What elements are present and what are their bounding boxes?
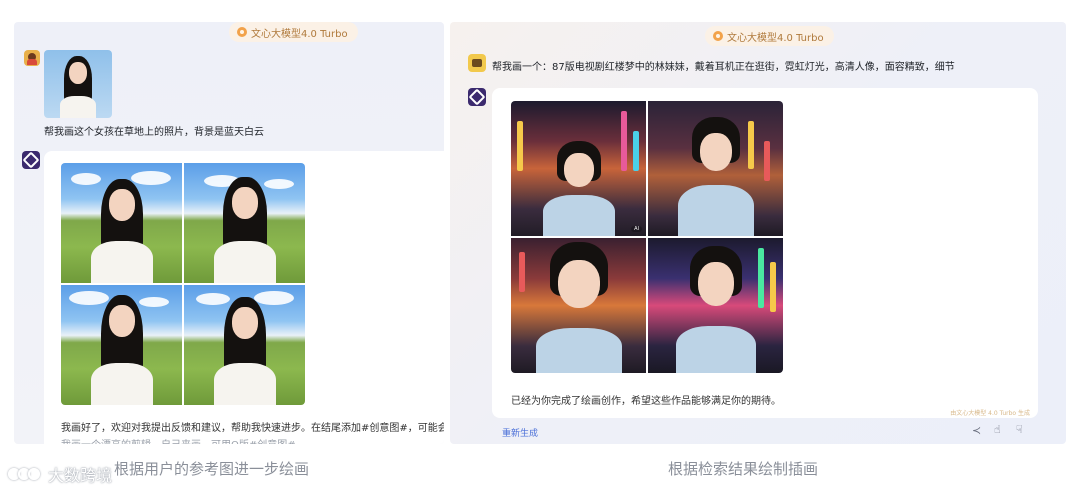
model-badge: 文心大模型4.0 Turbo [705, 26, 834, 46]
user-avatar [468, 54, 486, 72]
model-badge-label: 文心大模型4.0 Turbo [727, 32, 824, 44]
bot-reply-text: 我画好了，欢迎对我提出反馈和建议，帮助我快速进步。在结尾添加#创意图#，可能会解… [61, 423, 444, 434]
thumbs-up-icon[interactable]: ☝ [994, 423, 1001, 436]
share-icon[interactable]: ≺ [972, 424, 981, 437]
bot-reply-card: 我画好了，欢迎对我提出反馈和建议，帮助我快速进步。在结尾添加#创意图#，可能会解… [44, 151, 444, 444]
model-badge-label: 文心大模型4.0 Turbo [251, 28, 348, 40]
user-avatar [24, 50, 40, 66]
generated-image-4[interactable] [184, 285, 305, 405]
bot-avatar [22, 151, 40, 169]
user-prompt: 帮我画这个女孩在草地上的照片，背景是蓝天白云 [44, 127, 264, 138]
generated-image-1[interactable] [61, 163, 182, 283]
watermark-logo-icon [8, 466, 44, 482]
generated-image-4[interactable] [648, 238, 783, 373]
generated-image-3[interactable] [511, 238, 646, 373]
watermark: 大数跨境 [8, 462, 112, 486]
thumbs-down-icon[interactable]: ☟ [1016, 423, 1023, 436]
bot-reply-text: 已经为你完成了绘画创作，希望这些作品能够满足你的期待。 [511, 396, 781, 407]
reference-photo[interactable] [44, 50, 112, 118]
left-caption: 根据用户的参考图进一步绘画 [114, 460, 310, 478]
model-badge: 文心大模型4.0 Turbo [229, 22, 358, 42]
left-chat-panel: 文心大模型4.0 Turbo 帮我画这个女孩在草地上的照片，背景是蓝天白云 我画… [14, 22, 444, 444]
watermark-text: 大数跨境 [48, 466, 113, 485]
bot-reply-card: AI 已经为你完成了绘画创作，希望这些作品能够满足你的期待。 由文心大模型 4.… [492, 88, 1038, 418]
right-caption: 根据检索结果绘制插画 [668, 460, 819, 478]
badge-icon [713, 31, 723, 41]
generated-image-2[interactable] [648, 101, 783, 236]
right-chat-panel: 文心大模型4.0 Turbo 帮我画一个：87版电视剧红楼梦中的林妹妹，戴着耳机… [450, 22, 1066, 444]
generated-image-2[interactable] [184, 163, 305, 283]
generated-image-1[interactable]: AI [511, 101, 646, 236]
bot-reply-text-cut: 我画一个漂亮的剪辑，自己来画，可用Q版#创意图# [61, 436, 296, 444]
badge-icon [237, 27, 247, 37]
image-tag: AI [631, 226, 642, 232]
generated-by-note: 由文心大模型 4.0 Turbo 生成 [950, 410, 1030, 417]
user-prompt: 帮我画一个：87版电视剧红楼梦中的林妹妹，戴着耳机正在逛街，霓虹灯光，高清人像，… [492, 62, 955, 73]
regenerate-button[interactable]: 重新生成 [502, 426, 538, 439]
generated-image-3[interactable] [61, 285, 182, 405]
bot-avatar [468, 88, 486, 106]
